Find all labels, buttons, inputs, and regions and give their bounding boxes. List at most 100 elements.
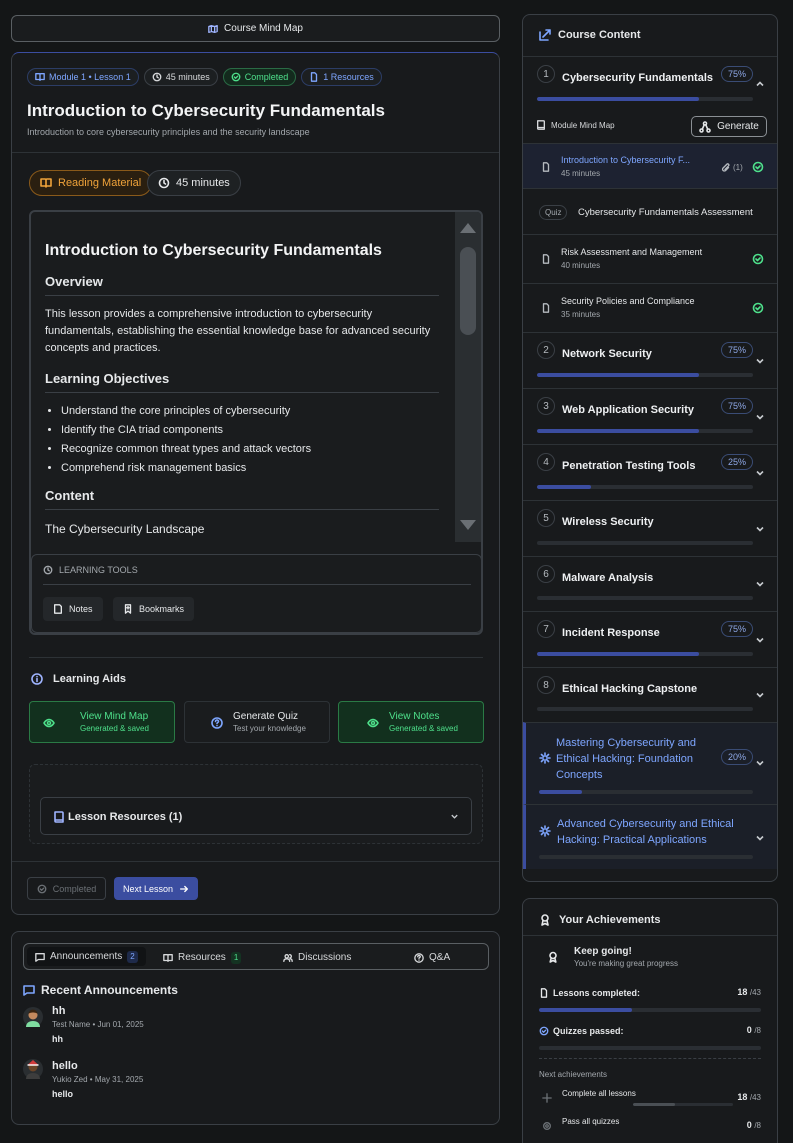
bookmarks-button[interactable]: Bookmarks — [113, 597, 195, 621]
file-icon — [542, 303, 550, 313]
reading-material-badge: Reading Material — [29, 170, 153, 196]
quizzes-passed-label: Quizzes passed: — [553, 1026, 624, 1036]
special-module-advanced[interactable]: Advanced Cybersecurity and Ethical Hacki… — [523, 804, 777, 869]
bookmark-icon — [124, 604, 132, 614]
attachment-count: (1) — [733, 163, 743, 172]
check-circle-icon — [231, 72, 241, 82]
tab-announcements[interactable]: Announcements 2 — [27, 947, 146, 966]
check-circle-icon — [752, 302, 764, 314]
module-2[interactable]: 2 Network Security 75% — [523, 332, 777, 388]
next-achievement-progress — [633, 1103, 733, 1106]
module-number: 7 — [537, 620, 555, 638]
module-5[interactable]: 5 Wireless Security — [523, 500, 777, 556]
module-number: 4 — [537, 453, 555, 471]
quizzes-passed-total: /8 — [754, 1026, 761, 1035]
tab-resources[interactable]: Resources 1 — [163, 948, 242, 967]
module-lesson-badge: Module 1 • Lesson 1 — [27, 68, 139, 86]
module-progress-badge: 75% — [720, 342, 753, 358]
objective-item: Understand the core principles of cybers… — [61, 405, 439, 417]
tab-resources-label: Resources — [178, 952, 226, 963]
special-module-foundation[interactable]: Mastering Cybersecurity and Ethical Hack… — [523, 722, 777, 804]
chevron-down-icon — [756, 358, 764, 364]
announcement-item[interactable]: hello Yukio Zed • May 31, 2025 hello — [23, 1058, 483, 1103]
lesson-title: Risk Assessment and Management — [561, 247, 703, 257]
help-circle-icon — [211, 717, 223, 729]
resources-badge: 1 Resources — [301, 68, 382, 86]
lesson-item[interactable]: Security Policies and Compliance 35 minu… — [523, 283, 777, 332]
eye-icon — [43, 718, 55, 728]
file-icon — [311, 72, 318, 82]
reader-scrollbar[interactable] — [455, 212, 481, 542]
scroll-thumb[interactable] — [460, 247, 476, 335]
completed-button-label: Completed — [52, 883, 97, 894]
mind-map-title: View Mind Map — [80, 711, 149, 722]
module-1[interactable]: 1 Cybersecurity Fundamentals 75% — [523, 56, 777, 111]
next-achievement-total: /43 — [749, 1093, 761, 1102]
lessons-completed-count: 18 — [737, 987, 748, 997]
announcements-header: Recent Announcements — [23, 983, 178, 997]
divider — [539, 1058, 761, 1059]
lesson-resources-toggle[interactable]: Lesson Resources (1) — [40, 797, 472, 835]
map-icon — [208, 24, 218, 33]
sparkle-icon — [539, 825, 551, 837]
eye-icon — [367, 718, 379, 728]
module-4[interactable]: 4 Penetration Testing Tools 25% — [523, 444, 777, 500]
special-module-title: Advanced Cybersecurity and Ethical Hacki… — [557, 818, 734, 846]
announcement-item[interactable]: hh Test Name • Jun 01, 2025 hh — [23, 1005, 483, 1050]
divider — [12, 861, 499, 862]
next-lesson-button[interactable]: Next Lesson — [114, 877, 198, 900]
module-title: Cybersecurity Fundamentals — [562, 72, 713, 84]
file-icon — [542, 162, 550, 172]
overview-text: This lesson provides a comprehensive int… — [45, 308, 431, 354]
achievements-title: Your Achievements — [559, 914, 661, 926]
notes-title: View Notes — [389, 711, 440, 722]
course-mind-map-button[interactable]: Course Mind Map — [11, 15, 500, 42]
resources-count-badge: 1 — [230, 951, 242, 964]
module-8[interactable]: 8 Ethical Hacking Capstone — [523, 667, 777, 722]
objectives-list: Understand the core principles of cybers… — [45, 405, 439, 474]
lesson-item-active[interactable]: Introduction to Cybersecurity F... 45 mi… — [523, 143, 777, 188]
book-icon — [537, 120, 545, 130]
reading-material-text: Reading Material — [58, 177, 142, 189]
module-6[interactable]: 6 Malware Analysis — [523, 556, 777, 611]
module-title: Ethical Hacking Capstone — [562, 683, 698, 695]
status-title: Keep going! — [574, 946, 632, 957]
next-achievement-total: /8 — [754, 1121, 761, 1130]
award-icon — [541, 914, 549, 926]
tab-discussions[interactable]: Discussions — [283, 948, 351, 967]
module-3[interactable]: 3 Web Application Security 75% — [523, 388, 777, 444]
message-icon — [23, 985, 35, 996]
special-module-title: Mastering Cybersecurity and Ethical Hack… — [556, 737, 697, 781]
tab-qa[interactable]: Q&A — [414, 948, 450, 967]
chevron-up-icon — [756, 81, 764, 87]
view-notes-button[interactable]: View Notes Generated & saved — [338, 701, 484, 743]
tab-bar: Announcements 2 Resources 1 Discussions … — [23, 943, 489, 970]
tab-discussions-label: Discussions — [298, 952, 352, 963]
next-achievement-count: 0 — [746, 1120, 752, 1130]
chevron-down-icon — [451, 814, 458, 819]
chevron-down-icon — [756, 637, 764, 643]
resources-area: Lesson Resources (1) — [29, 764, 483, 844]
completed-button[interactable]: Completed — [27, 877, 106, 900]
learning-tools-title: LEARNING TOOLS — [59, 565, 138, 575]
target-icon — [543, 1122, 551, 1130]
community-card: Announcements 2 Resources 1 Discussions … — [11, 931, 500, 1125]
chevron-down-icon — [756, 526, 764, 532]
module-progress-bar — [537, 652, 753, 656]
lesson-item-quiz[interactable]: Quiz Cybersecurity Fundamentals Assessme… — [523, 188, 777, 234]
file-icon — [540, 988, 548, 998]
module-7[interactable]: 7 Incident Response 75% — [523, 611, 777, 667]
generate-quiz-button[interactable]: Generate Quiz Test your knowledge — [184, 701, 330, 743]
lessons-completed-label: Lessons completed: — [553, 988, 641, 998]
notes-button[interactable]: Notes — [43, 597, 103, 621]
announcements-title: Recent Announcements — [41, 983, 178, 997]
scroll-up-icon[interactable] — [459, 222, 477, 234]
lesson-reader[interactable]: Introduction to Cybersecurity Fundamenta… — [29, 210, 483, 635]
scroll-down-icon[interactable] — [459, 519, 477, 531]
resources-text: 1 Resources — [323, 72, 374, 82]
lesson-item[interactable]: Risk Assessment and Management 40 minute… — [523, 234, 777, 283]
generate-button[interactable]: Generate — [691, 116, 767, 137]
view-mind-map-button[interactable]: View Mind Map Generated & saved — [29, 701, 175, 743]
module-progress-bar — [537, 541, 753, 545]
module-title: Malware Analysis — [562, 572, 654, 584]
